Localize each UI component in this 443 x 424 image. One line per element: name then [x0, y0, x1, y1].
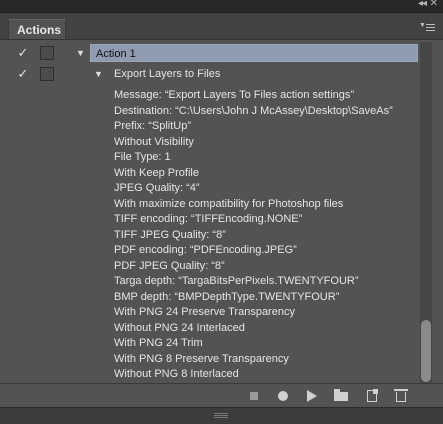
parameter-line: TIFF encoding: “TIFFEncoding.NONE”	[114, 213, 303, 225]
parameter-line: JPEG Quality: “4”	[114, 182, 200, 194]
vertical-scrollbar[interactable]	[420, 42, 432, 383]
parameter-line: With PNG 8 Preserve Transparency	[114, 352, 289, 365]
parameter-line: Prefix: “SplitUp”	[114, 120, 192, 132]
action-row[interactable]: ✓ ▼ Action 1	[10, 42, 420, 65]
parameter-line: Targa depth: “TargaBitsPerPixels.TWENTYF…	[114, 275, 359, 287]
toggle-item-checkmark[interactable]: ✓	[16, 67, 30, 81]
action-name[interactable]: Action 1	[90, 44, 418, 62]
panel-menu-icon[interactable]: ▼	[419, 22, 435, 33]
parameter-line: With maximize compatibility for Photosho…	[114, 197, 344, 210]
toggle-dialog-box[interactable]	[40, 67, 54, 81]
close-panel-button[interactable]: ✕	[430, 0, 438, 9]
parameter-line: With Keep Profile	[114, 166, 199, 179]
panel-tab-bar: Actions ▼	[0, 13, 443, 40]
toggle-dialog-box[interactable]	[40, 46, 54, 60]
parameter-line: File Type: 1	[114, 151, 171, 163]
stop-icon[interactable]	[247, 389, 261, 403]
trash-icon[interactable]	[394, 389, 408, 403]
expand-triangle-icon[interactable]: ▼	[76, 48, 85, 58]
expand-triangle-icon[interactable]: ▼	[94, 69, 103, 79]
record-icon[interactable]	[276, 389, 290, 403]
scrollbar-thumb[interactable]	[421, 320, 431, 382]
parameter-line: PDF JPEG Quality: “8”	[114, 259, 225, 272]
new-action-icon[interactable]	[365, 389, 379, 403]
parameter-line: PDF encoding: “PDFEncoding.JPEG”	[114, 244, 297, 256]
folder-icon[interactable]	[334, 389, 348, 403]
parameter-line: Without PNG 8 Interlaced	[114, 368, 239, 380]
parameter-line: TIFF JPEG Quality: “8”	[114, 228, 226, 241]
resize-grip-icon[interactable]	[214, 413, 228, 419]
collapse-panel-button[interactable]: ◂◂	[418, 0, 427, 9]
panel-footer	[0, 407, 443, 424]
command-name: Export Layers to Files	[114, 68, 221, 80]
actions-toolbar	[0, 383, 443, 408]
play-icon[interactable]	[304, 389, 318, 403]
parameter-line: With PNG 24 Trim	[114, 337, 203, 349]
parameter-line: Message: “Export Layers To Files action …	[114, 89, 355, 101]
parameter-line: Without Visibility	[114, 135, 194, 148]
parameter-line: Destination: “C:\Users\John J McAssey\De…	[114, 104, 393, 117]
parameter-line: BMP depth: “BMPDepthType.TWENTYFOUR”	[114, 290, 340, 303]
tab-actions[interactable]: Actions	[8, 19, 66, 39]
toggle-item-checkmark[interactable]: ✓	[16, 46, 30, 60]
actions-list: ✓ ▼ Action 1 ✓ ▼ Export Layers to Files …	[10, 42, 420, 383]
command-row[interactable]: ✓ ▼ Export Layers to Files	[10, 63, 420, 86]
parameter-line: With PNG 24 Preserve Transparency	[114, 306, 295, 318]
panel-title-bar: ◂◂ ✕	[0, 0, 443, 13]
parameter-line: Without PNG 24 Interlaced	[114, 321, 245, 334]
